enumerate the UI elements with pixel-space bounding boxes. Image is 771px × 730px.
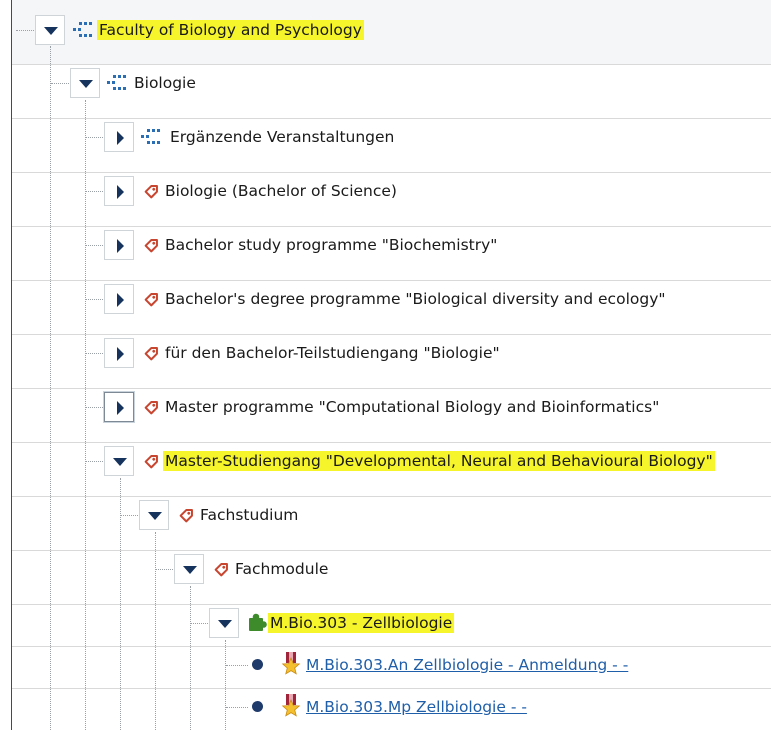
tree-connector — [155, 532, 156, 730]
tree-node-label-module[interactable]: M.Bio.303 - Zellbiologie — [268, 613, 455, 633]
tree-connector — [86, 407, 103, 408]
chevron-right-icon — [117, 293, 124, 307]
tree-node-label-root[interactable]: Faculty of Biology and Psychology — [97, 20, 364, 40]
chevron-right-icon — [117, 239, 124, 253]
tree-connector — [226, 707, 248, 708]
chevron-down-icon — [113, 458, 127, 466]
tag-icon — [179, 509, 193, 523]
tree-connector — [121, 515, 138, 516]
tree-connector — [86, 191, 103, 192]
expand-toggle[interactable] — [104, 176, 134, 206]
expand-toggle[interactable] — [104, 122, 134, 152]
tree-node-label-biologie[interactable]: Biologie — [134, 73, 196, 93]
tree-node-label[interactable]: Ergänzende Veranstaltungen — [170, 127, 394, 147]
tag-icon — [144, 347, 158, 361]
tag-icon — [144, 455, 158, 469]
tree-connector — [156, 569, 173, 570]
chevron-right-icon — [117, 131, 124, 145]
tree-node-label[interactable]: Biologie (Bachelor of Science) — [165, 181, 397, 201]
expand-toggle-focused[interactable] — [104, 392, 134, 422]
tree-connector — [86, 137, 103, 138]
tree-connector — [191, 623, 208, 624]
tag-icon — [144, 293, 158, 307]
tree-connector — [85, 100, 86, 730]
tree-connector — [86, 245, 103, 246]
puzzle-piece-icon — [249, 613, 267, 631]
tree-connector — [16, 30, 34, 31]
chevron-down-icon — [183, 566, 197, 574]
collapse-toggle-biologie[interactable] — [70, 68, 100, 98]
chevron-down-icon — [218, 620, 232, 628]
tree-node-label-fachstudium[interactable]: Fachstudium — [200, 505, 298, 525]
tree-node-label[interactable]: Bachelor study programme "Biochemistry" — [165, 235, 497, 255]
tree-node-label-master[interactable]: Master-Studiengang "Developmental, Neura… — [163, 451, 715, 471]
collapse-toggle-root[interactable] — [35, 15, 65, 45]
bullet-icon — [252, 659, 263, 670]
tree-node-label[interactable]: Master programme "Computational Biology … — [165, 397, 659, 417]
tree-connector — [86, 299, 103, 300]
org-unit-icon — [73, 22, 92, 37]
chevron-right-icon — [117, 185, 124, 199]
chevron-down-icon — [148, 512, 162, 520]
tag-icon — [144, 401, 158, 415]
chevron-right-icon — [117, 347, 124, 361]
bullet-icon — [252, 701, 263, 712]
tree-row-fachstudium — [12, 496, 771, 551]
tag-icon — [214, 563, 228, 577]
tree-connector — [226, 665, 248, 666]
collapse-toggle-fachstudium[interactable] — [139, 500, 169, 530]
tree-node-label[interactable]: für den Bachelor-Teilstudiengang "Biolog… — [165, 343, 500, 363]
tag-icon — [144, 239, 158, 253]
expand-toggle[interactable] — [104, 284, 134, 314]
chevron-down-icon — [79, 80, 93, 88]
tree-connector — [190, 586, 191, 730]
collapse-toggle-module[interactable] — [209, 608, 239, 638]
star-ribbon-icon — [281, 694, 301, 717]
collapse-toggle-master[interactable] — [104, 446, 134, 476]
org-unit-icon — [141, 129, 160, 144]
org-unit-icon — [107, 75, 126, 90]
event-link[interactable]: M.Bio.303.An Zellbiologie - Anmeldung - … — [306, 655, 628, 675]
tree-connector — [50, 46, 51, 730]
tag-icon — [144, 185, 158, 199]
chevron-right-icon — [117, 401, 124, 415]
tree-connector — [51, 83, 69, 84]
expand-toggle[interactable] — [104, 338, 134, 368]
tree-node-label[interactable]: Bachelor's degree programme "Biological … — [165, 289, 666, 309]
tree-row-fachmodule — [12, 550, 771, 605]
star-ribbon-icon — [281, 652, 301, 675]
collapse-toggle-fachmodule[interactable] — [174, 554, 204, 584]
chevron-down-icon — [44, 27, 58, 35]
tree-connector — [86, 353, 103, 354]
event-link[interactable]: M.Bio.303.Mp Zellbiologie - - — [306, 697, 527, 717]
tree-connector — [86, 461, 103, 462]
tree-node-label-fachmodule[interactable]: Fachmodule — [235, 559, 328, 579]
tree-connector — [225, 640, 226, 730]
expand-toggle[interactable] — [104, 230, 134, 260]
